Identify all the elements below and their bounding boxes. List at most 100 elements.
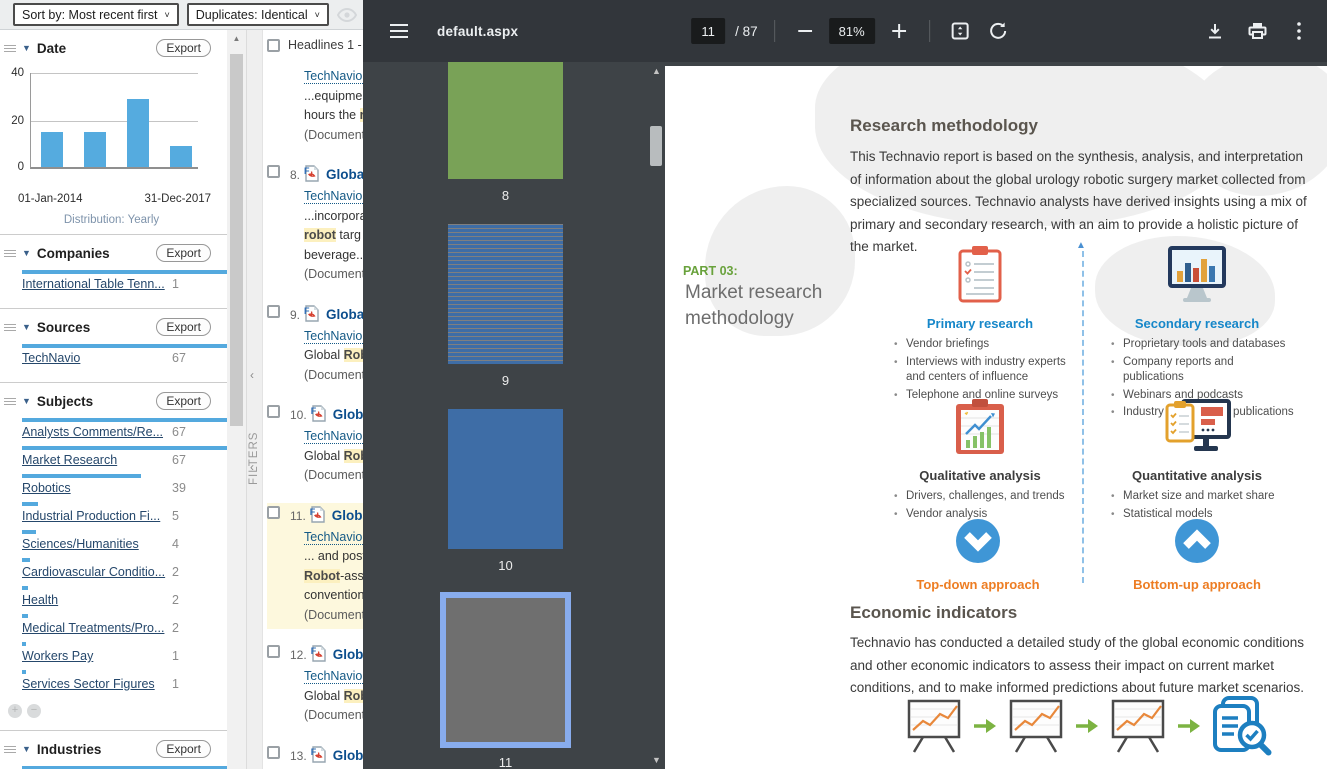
facet-item-label[interactable]: Health [22,592,170,609]
date-chart-bar[interactable] [127,98,149,167]
collapse-caret-icon[interactable]: ▼ [22,744,31,754]
select-all-checkbox[interactable] [267,38,280,52]
page-thumbnail[interactable] [448,224,563,364]
facet-item[interactable]: Market Research 67 [22,446,227,469]
page-thumbnail[interactable] [440,592,571,748]
facet-item[interactable]: Industrial Production Fi... 5 [22,502,227,525]
facet-item-label[interactable]: Medical Treatments/Pro... [22,620,170,637]
menu-button[interactable] [385,17,413,45]
facet-item[interactable]: International Table Tenn... 1 [22,270,227,293]
drag-handle-icon[interactable] [4,322,16,333]
page-thumbnail[interactable] [448,409,563,549]
facet-item-label[interactable]: International Table Tenn... [22,276,170,293]
facet-item-label[interactable]: TechNavio [22,350,170,367]
scrollbar-thumb[interactable] [230,54,243,426]
date-chart-bar[interactable] [170,145,192,167]
result-checkbox[interactable] [267,304,280,318]
chevron-down-circle-icon [956,519,1000,563]
collapse-caret-icon[interactable]: ▼ [22,43,31,53]
drag-handle-icon[interactable] [4,43,16,54]
result-source-link[interactable]: TechNavio... [304,669,363,684]
result-snippet-line: TechNavio... [304,528,363,548]
result-title-link[interactable]: Global [326,305,363,325]
page-number-input[interactable]: 11 [691,18,726,44]
thumbnail-scrollbar[interactable]: ▲ ▼ [648,62,665,769]
zoom-level-input[interactable]: 81% [828,18,875,44]
result-source-link[interactable]: TechNavio... [304,189,363,204]
facet-item[interactable]: Sciences/Humanities 4 [22,530,227,553]
scrollbar-thumb[interactable] [650,126,662,166]
fulltext-pdf-icon: F [311,745,328,764]
zoom-in-button[interactable] [885,17,913,45]
result-title-link[interactable]: Global [333,746,363,766]
sort-by-dropdown[interactable]: Sort by: Most recent first ˅ [13,3,179,26]
scroll-down-icon[interactable]: ▼ [648,755,665,765]
facet-item[interactable]: Cardiovascular Conditio... 2 [22,558,227,581]
result-source-link[interactable]: TechNavio... [304,529,363,545]
rotate-button[interactable] [984,17,1012,45]
fit-page-button[interactable] [946,17,974,45]
collapse-caret-icon[interactable]: ▼ [22,322,31,332]
result-checkbox[interactable] [267,505,280,519]
drag-handle-icon[interactable] [4,396,16,407]
scroll-up-icon[interactable]: ▲ [227,30,246,47]
result-checkbox[interactable] [267,745,280,759]
result-snippet-line: beverage... [304,247,363,262]
facet-item-label[interactable]: Workers Pay [22,648,170,665]
result-title-link[interactable]: Global [332,506,363,526]
result-title-link[interactable]: Global [333,645,363,665]
facet-item[interactable]: Health 2 [22,586,227,609]
result-title-link[interactable]: Global [326,165,363,185]
facet-item[interactable]: Analysts Comments/Re... 67 [22,418,227,441]
result-checkbox[interactable] [267,645,280,658]
duplicates-dropdown[interactable]: Duplicates: Identical ˅ [186,3,329,26]
facet-count-bar [22,502,39,506]
facet-item[interactable]: Workers Pay 1 [22,642,227,665]
preview-eye-button[interactable] [336,5,357,25]
result-snippet-line: (Document [304,267,363,281]
export-button[interactable]: Export [156,244,211,262]
drag-handle-icon[interactable] [4,744,16,755]
zoom-out-button[interactable] [791,17,819,45]
result-checkbox[interactable] [267,405,280,418]
drag-handle-icon[interactable] [4,248,16,259]
facet-item[interactable]: TechNavio 67 [22,344,227,367]
facet-item-count: 67 [172,453,186,467]
facet-item-label[interactable]: Robotics [22,480,170,497]
result-source-link[interactable]: TechNavio... [304,69,363,84]
result-snippet-line: TechNavio... [304,427,363,447]
facet-item[interactable]: Robotics 39 [22,474,227,497]
facet-item-label[interactable]: Market Research [22,452,170,469]
facet-item-label[interactable]: Analysts Comments/Re... [22,424,170,441]
show-more-button[interactable]: + [8,703,22,718]
facet-item-count: 1 [172,677,179,691]
fit-to-page-icon [951,22,969,40]
page-thumbnail[interactable] [448,62,563,179]
result-checkbox[interactable] [267,165,280,178]
result-source-link[interactable]: TechNavio... [304,328,363,344]
collapse-caret-icon[interactable]: ▼ [22,248,31,258]
result-source-link[interactable]: TechNavio... [304,429,363,444]
facet-item[interactable]: Medical Treatments/Pro... 2 [22,614,227,637]
scroll-up-icon[interactable]: ▲ [648,66,665,76]
export-button[interactable]: Export [156,318,211,336]
more-options-button[interactable] [1285,17,1313,45]
download-button[interactable] [1201,17,1229,45]
date-chart-bar[interactable] [41,131,63,167]
facet-item-label[interactable]: Services Sector Figures [22,676,170,693]
show-fewer-button[interactable]: − [27,703,41,718]
result-title-link[interactable]: Global [333,405,363,425]
flipchart-icon [1111,699,1165,753]
facet-scrollbar[interactable]: ▲ [227,30,246,769]
facet-item-label[interactable]: Sciences/Humanities [22,536,170,553]
date-chart-bar[interactable] [84,131,106,167]
facet-item-label[interactable]: Industrial Production Fi... [22,508,170,525]
print-button[interactable] [1243,17,1271,45]
collapse-caret-icon[interactable]: ▼ [22,396,31,406]
facet-item-label[interactable]: Cardiovascular Conditio... [22,564,170,581]
facet-item[interactable]: Services Sector Figures 1 [22,670,227,693]
export-date-button[interactable]: Export [156,39,211,57]
collapse-left-icon[interactable]: ‹ [250,460,254,474]
export-button[interactable]: Export [156,740,211,758]
export-button[interactable]: Export [156,392,211,410]
